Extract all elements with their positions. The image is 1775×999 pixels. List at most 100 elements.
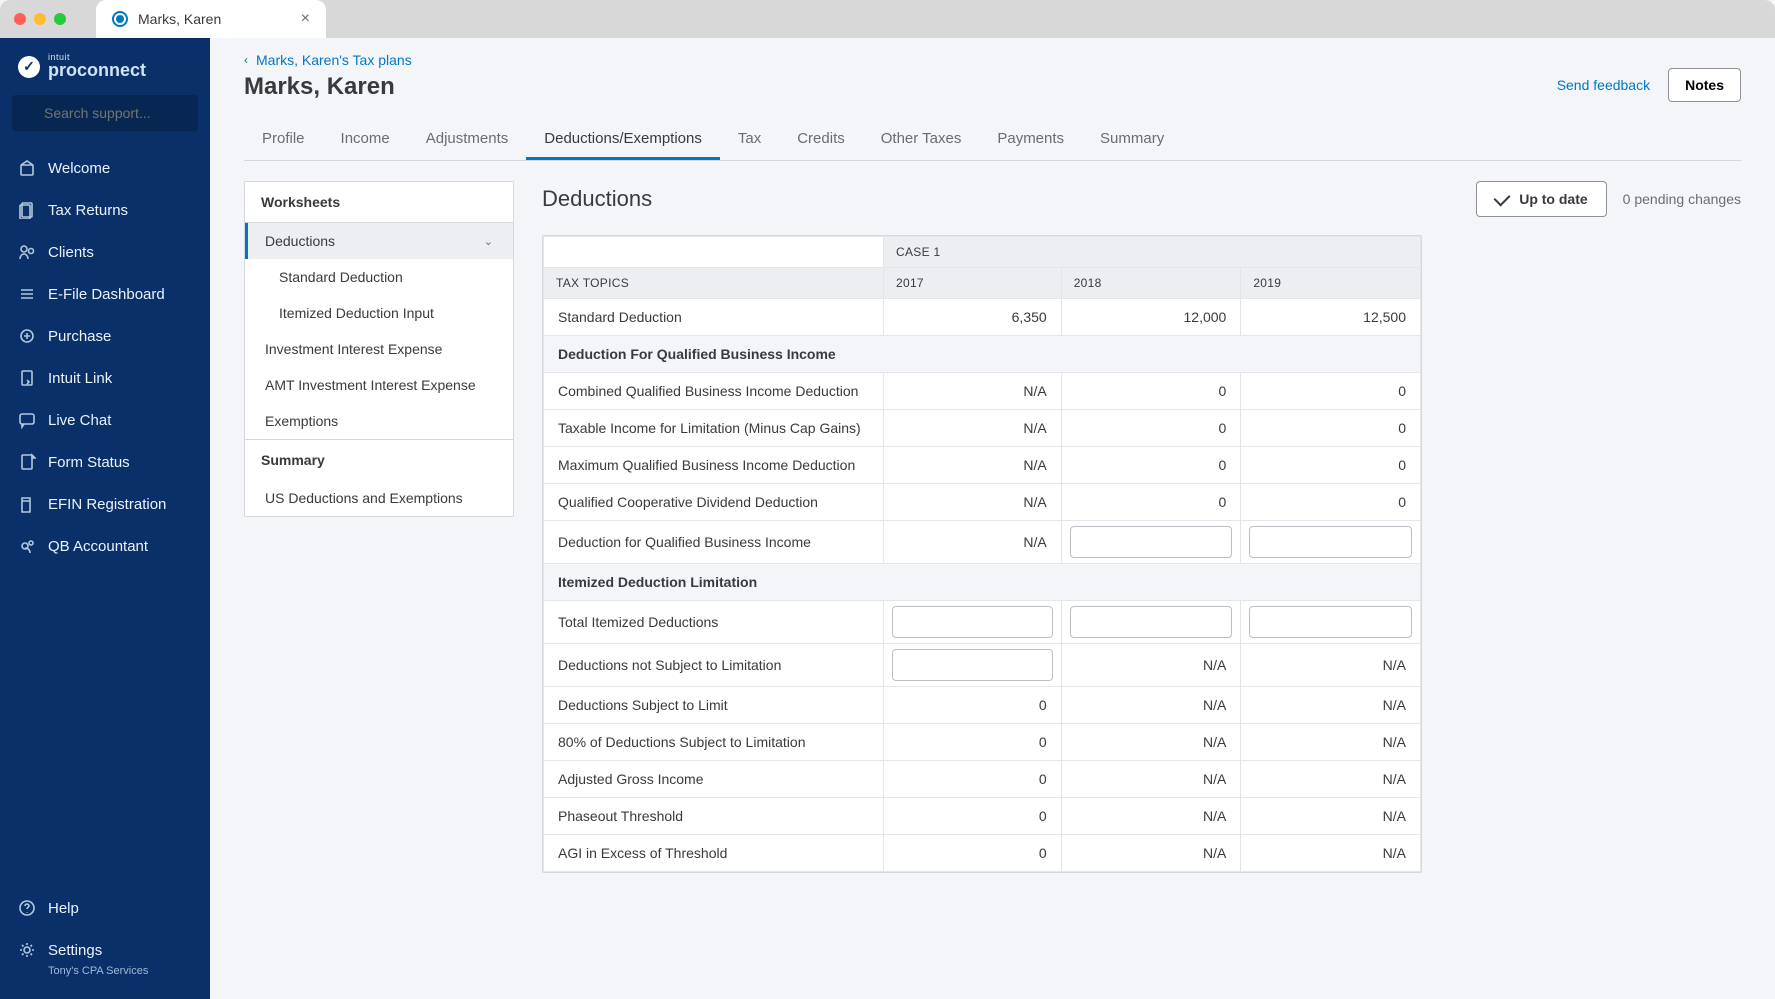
sidebar-item-welcome[interactable]: Welcome — [0, 147, 210, 189]
value-cell[interactable]: N/A — [1241, 724, 1421, 761]
minimize-window-icon[interactable] — [34, 13, 46, 25]
value-cell[interactable]: 12,500 — [1241, 299, 1421, 336]
sidebar-item-purchase[interactable]: Purchase — [0, 315, 210, 357]
sidebar-item-tax-returns[interactable]: Tax Returns — [0, 189, 210, 231]
breadcrumb-back[interactable]: ‹ Marks, Karen's Tax plans — [244, 52, 1741, 68]
summary-item-label: US Deductions and Exemptions — [265, 490, 463, 506]
value-cell[interactable]: N/A — [1241, 835, 1421, 872]
chevron-down-icon: ⌄ — [484, 235, 493, 248]
value-input[interactable] — [1070, 606, 1233, 638]
value-cell[interactable]: 0 — [1061, 484, 1241, 521]
value-cell[interactable]: 0 — [1241, 373, 1421, 410]
close-window-icon[interactable] — [14, 13, 26, 25]
value-cell[interactable]: 0 — [884, 724, 1062, 761]
settings-icon — [18, 941, 36, 959]
year-header-2017: 2017 — [884, 268, 1062, 299]
sidebar-item-help[interactable]: Help — [0, 887, 210, 929]
value-cell — [1061, 521, 1241, 564]
maximize-window-icon[interactable] — [54, 13, 66, 25]
sidebar-item-live-chat[interactable]: Live Chat — [0, 399, 210, 441]
worksheet-item-label: AMT Investment Interest Expense — [265, 377, 476, 393]
sidebar-item-label: Form Status — [48, 454, 130, 471]
value-cell[interactable]: N/A — [1061, 835, 1241, 872]
sidebar-item-label: Clients — [48, 244, 94, 261]
worksheet-item-exemptions[interactable]: Exemptions — [245, 403, 513, 439]
worksheet-item-standard-deduction[interactable]: Standard Deduction — [245, 259, 513, 295]
value-input[interactable] — [892, 606, 1053, 638]
topic-cell: Adjusted Gross Income — [544, 761, 884, 798]
value-cell[interactable]: N/A — [1241, 761, 1421, 798]
value-cell[interactable]: N/A — [1061, 644, 1241, 687]
topic-cell: Taxable Income for Limitation (Minus Cap… — [544, 410, 884, 447]
table-row: Phaseout Threshold0N/AN/A — [544, 798, 1421, 835]
breadcrumb-label: Marks, Karen's Tax plans — [256, 52, 412, 68]
send-feedback-link[interactable]: Send feedback — [1557, 77, 1650, 93]
value-cell[interactable]: N/A — [1241, 798, 1421, 835]
value-cell[interactable]: 0 — [1241, 410, 1421, 447]
sidebar-item-label: E-File Dashboard — [48, 286, 165, 303]
search-input[interactable] — [12, 95, 198, 131]
value-cell[interactable]: N/A — [884, 373, 1062, 410]
sidebar-item-form-status[interactable]: Form Status — [0, 441, 210, 483]
value-cell[interactable]: 0 — [884, 687, 1062, 724]
value-cell[interactable]: 6,350 — [884, 299, 1062, 336]
sidebar-item-qb-accountant[interactable]: QB Accountant — [0, 525, 210, 567]
value-cell[interactable]: 0 — [1241, 447, 1421, 484]
value-cell[interactable]: N/A — [1061, 798, 1241, 835]
tab-deductions-exemptions[interactable]: Deductions/Exemptions — [526, 120, 720, 160]
tab-summary[interactable]: Summary — [1082, 120, 1182, 160]
value-cell[interactable]: N/A — [884, 521, 1062, 564]
table-row: Total Itemized Deductions — [544, 601, 1421, 644]
value-cell[interactable]: 0 — [1061, 410, 1241, 447]
welcome-icon — [18, 159, 36, 177]
worksheets-header: Worksheets — [245, 182, 513, 223]
value-cell[interactable]: N/A — [1061, 687, 1241, 724]
brand-logo[interactable]: ✓ intuit proconnect — [0, 38, 210, 95]
value-cell[interactable]: 0 — [1061, 447, 1241, 484]
value-input[interactable] — [892, 649, 1053, 681]
tab-tax[interactable]: Tax — [720, 120, 779, 160]
table-row: Adjusted Gross Income0N/AN/A — [544, 761, 1421, 798]
tab-other-taxes[interactable]: Other Taxes — [863, 120, 980, 160]
value-cell[interactable]: N/A — [1241, 644, 1421, 687]
sidebar-item-clients[interactable]: Clients — [0, 231, 210, 273]
table-row: Taxable Income for Limitation (Minus Cap… — [544, 410, 1421, 447]
worksheet-item-amt-investment-interest-expense[interactable]: AMT Investment Interest Expense — [245, 367, 513, 403]
summary-item[interactable]: US Deductions and Exemptions — [245, 480, 513, 516]
table-row: Deductions Subject to Limit0N/AN/A — [544, 687, 1421, 724]
value-cell[interactable]: N/A — [1061, 761, 1241, 798]
value-cell[interactable]: N/A — [1061, 724, 1241, 761]
value-cell[interactable]: N/A — [884, 410, 1062, 447]
value-input[interactable] — [1070, 526, 1233, 558]
value-cell[interactable]: 0 — [884, 798, 1062, 835]
worksheet-item-itemized-deduction-input[interactable]: Itemized Deduction Input — [245, 295, 513, 331]
value-input[interactable] — [1249, 526, 1412, 558]
value-cell[interactable]: N/A — [884, 447, 1062, 484]
sidebar-item-e-file-dashboard[interactable]: E-File Dashboard — [0, 273, 210, 315]
tab-payments[interactable]: Payments — [979, 120, 1082, 160]
tab-profile[interactable]: Profile — [244, 120, 323, 160]
sidebar-item-label: Intuit Link — [48, 370, 112, 387]
worksheet-item-deductions[interactable]: Deductions⌄ — [245, 223, 513, 259]
close-tab-icon[interactable]: × — [301, 10, 310, 28]
value-cell[interactable]: N/A — [884, 484, 1062, 521]
sidebar-item-label: Purchase — [48, 328, 111, 345]
up-to-date-button[interactable]: Up to date — [1476, 181, 1606, 217]
value-cell[interactable]: 0 — [884, 835, 1062, 872]
value-cell[interactable]: 12,000 — [1061, 299, 1241, 336]
value-cell[interactable]: N/A — [1241, 687, 1421, 724]
value-cell[interactable]: 0 — [1061, 373, 1241, 410]
value-input[interactable] — [1249, 606, 1412, 638]
topic-cell: Deduction for Qualified Business Income — [544, 521, 884, 564]
tab-income[interactable]: Income — [323, 120, 408, 160]
value-cell[interactable]: 0 — [1241, 484, 1421, 521]
browser-tab[interactable]: Marks, Karen × — [96, 0, 326, 38]
value-cell[interactable]: 0 — [884, 761, 1062, 798]
chat-icon — [18, 411, 36, 429]
notes-button[interactable]: Notes — [1668, 68, 1741, 102]
tab-adjustments[interactable]: Adjustments — [408, 120, 527, 160]
sidebar-item-efin-registration[interactable]: EFIN Registration — [0, 483, 210, 525]
tab-credits[interactable]: Credits — [779, 120, 863, 160]
worksheet-item-investment-interest-expense[interactable]: Investment Interest Expense — [245, 331, 513, 367]
sidebar-item-intuit-link[interactable]: Intuit Link — [0, 357, 210, 399]
